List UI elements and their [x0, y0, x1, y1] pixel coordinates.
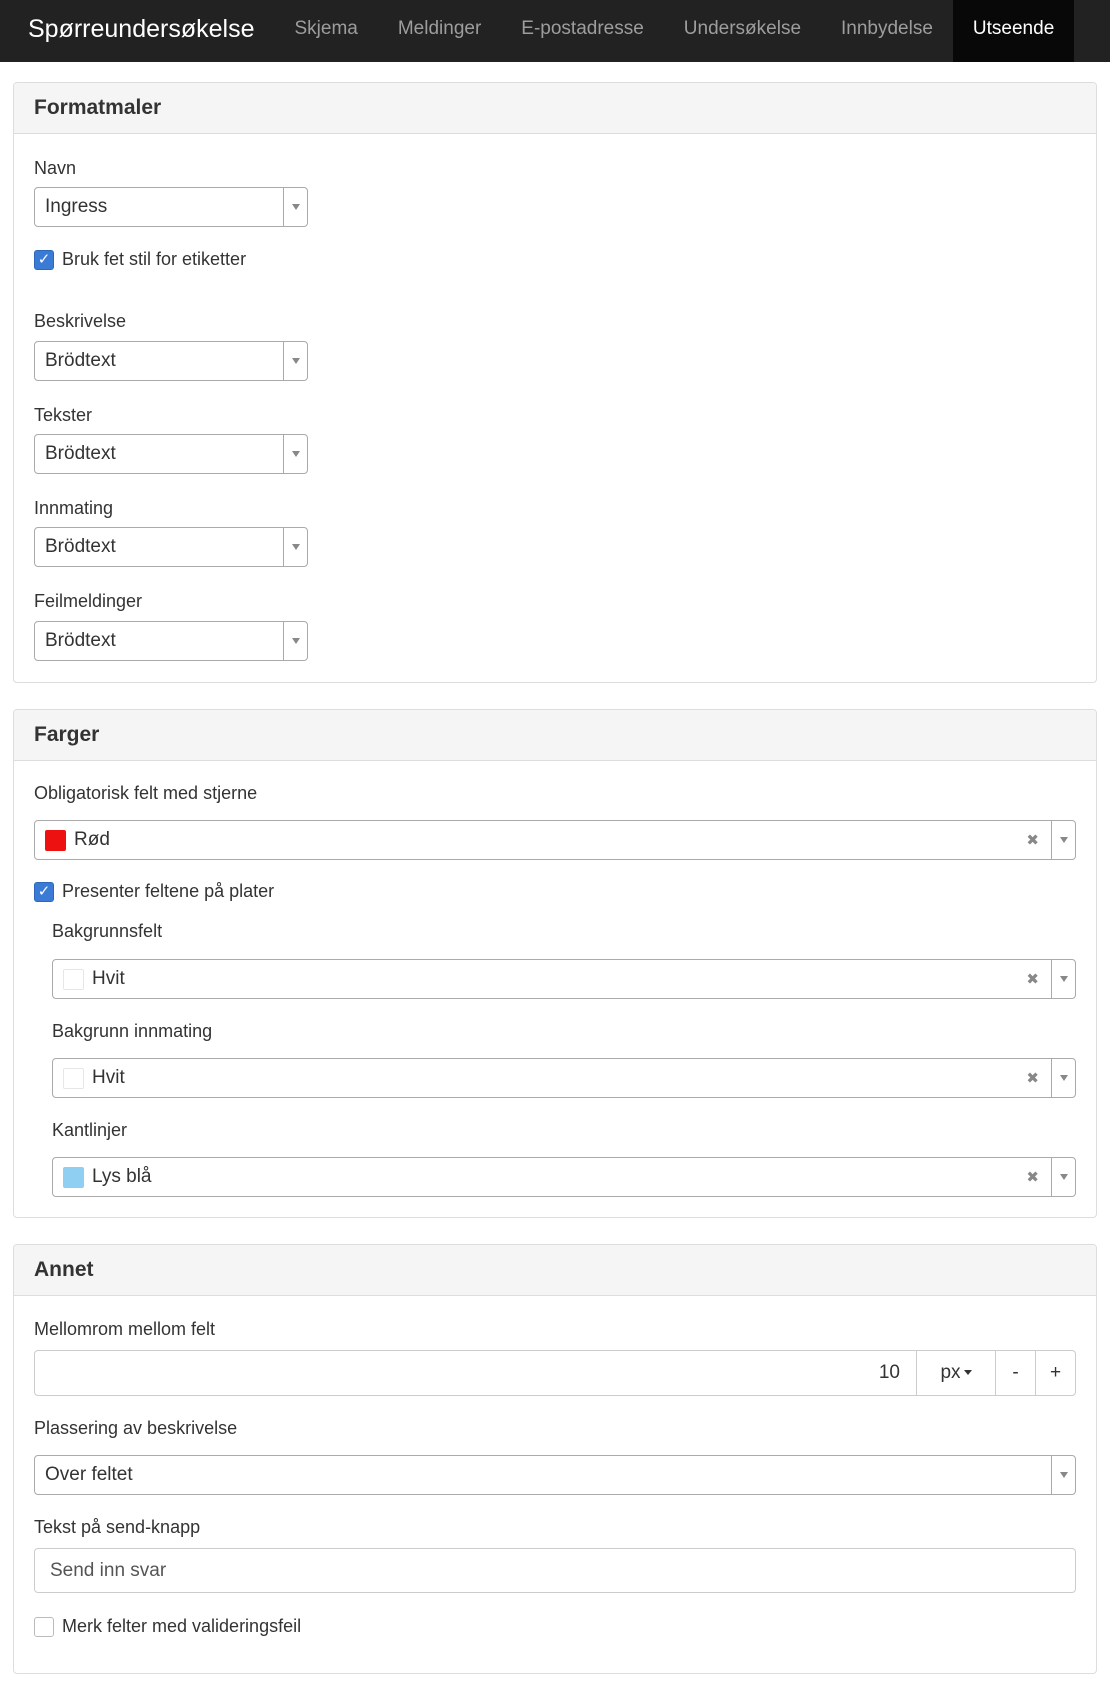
chevron-down-icon	[1059, 976, 1068, 982]
dropdown-arrow[interactable]	[1051, 821, 1075, 859]
clear-icon[interactable]: ✖	[1026, 1069, 1039, 1087]
select-value: Brödtext	[45, 536, 116, 557]
nav-innbydelse[interactable]: Innbydelse	[821, 0, 953, 62]
feilmeldinger-label: Feilmeldinger	[34, 591, 143, 611]
panel-annet: Annet Mellomrom mellom felt 10 px - + Pl…	[13, 1244, 1097, 1674]
nav-meldinger[interactable]: Meldinger	[378, 0, 501, 62]
send-label: Tekst på send-knapp	[34, 1517, 201, 1537]
dropdown-arrow[interactable]	[283, 435, 307, 473]
innmating-label: Innmating	[34, 498, 114, 518]
color-swatch-lightblue	[63, 1166, 84, 1188]
required-color-select[interactable]: Rød ✖	[34, 820, 1076, 860]
validation-checkbox[interactable]: Merk felter med valideringsfeil	[34, 1616, 301, 1637]
bg-input-select[interactable]: Hvit ✖	[52, 1058, 1076, 1098]
tekster-select[interactable]: Brödtext	[34, 434, 308, 474]
borders-label: Kantlinjer	[52, 1120, 128, 1140]
spacing-stepper: 10 px - +	[34, 1350, 1076, 1396]
navn-label: Navn	[34, 158, 77, 178]
select-value: Ingress	[45, 196, 108, 217]
feilmeldinger-select[interactable]: Brödtext	[34, 621, 308, 661]
color-swatch-white	[63, 1067, 84, 1089]
send-button-text-input[interactable]: Send inn svar	[34, 1548, 1076, 1593]
check-icon: ✓	[37, 883, 51, 900]
nav-epostadresse[interactable]: E-postadresse	[501, 0, 664, 62]
tekster-label: Tekster	[34, 405, 93, 425]
innmating-select[interactable]: Brödtext	[34, 527, 308, 567]
select-value-wrap: Lys blå	[53, 1166, 1026, 1188]
caret-down-icon	[963, 1370, 972, 1376]
clear-icon[interactable]: ✖	[1026, 831, 1039, 849]
nav-undersokelse[interactable]: Undersøkelse	[664, 0, 821, 62]
select-value: Hvit	[92, 1067, 125, 1088]
panel-title: Formatmaler	[14, 83, 1096, 134]
clear-icon[interactable]: ✖	[1026, 970, 1039, 988]
spacing-input[interactable]: 10	[35, 1351, 916, 1395]
select-value: Brödtext	[45, 630, 116, 651]
dropdown-arrow[interactable]	[1051, 1059, 1075, 1097]
select-value: Hvit	[92, 968, 125, 989]
chevron-down-icon	[1059, 1075, 1068, 1081]
dropdown-arrow[interactable]	[1051, 960, 1075, 998]
color-swatch-white	[63, 968, 84, 990]
unit-dropdown[interactable]: px	[916, 1351, 995, 1395]
navn-select[interactable]: Ingress	[34, 187, 308, 227]
top-navbar: Spørreundersøkelse Skjema Meldinger E-po…	[0, 0, 1110, 62]
clear-icon[interactable]: ✖	[1026, 1168, 1039, 1186]
chevron-down-icon	[1059, 1472, 1068, 1478]
dropdown-arrow[interactable]	[1051, 1158, 1075, 1196]
dropdown-arrow[interactable]	[283, 528, 307, 566]
checkbox-label: Merk felter med valideringsfeil	[62, 1616, 302, 1636]
select-value: Brödtext	[45, 350, 116, 371]
chevron-down-icon	[1059, 837, 1068, 843]
nav-utseende[interactable]: Utseende	[952, 0, 1075, 62]
nav-skjema[interactable]: Skjema	[274, 0, 377, 62]
panel-title: Farger	[14, 710, 1096, 761]
dropdown-arrow[interactable]	[283, 342, 307, 380]
plates-checkbox[interactable]: ✓ Presenter feltene på plater	[34, 881, 274, 902]
bg-input-label: Bakgrunn innmating	[52, 1021, 213, 1041]
bg-field-label: Bakgrunnsfelt	[52, 921, 163, 941]
placement-select[interactable]: Over feltet	[34, 1455, 1076, 1495]
required-label: Obligatorisk felt med stjerne	[34, 783, 258, 803]
panel-farger: Farger Obligatorisk felt med stjerne Rød…	[13, 709, 1097, 1218]
panel-formatmaler: Formatmaler Navn Ingress ✓ Bruk fet stil…	[13, 82, 1097, 683]
decrement-button[interactable]: -	[995, 1351, 1035, 1395]
chevron-down-icon	[291, 544, 300, 550]
check-icon: ✓	[37, 251, 51, 268]
checkbox-unchecked[interactable]	[34, 1616, 54, 1637]
checkbox-label: Presenter feltene på plater	[62, 881, 275, 901]
select-value: Rød	[74, 829, 110, 850]
beskrivelse-select[interactable]: Brödtext	[34, 341, 308, 381]
select-value: Lys blå	[92, 1166, 152, 1187]
placement-label: Plassering av beskrivelse	[34, 1418, 238, 1438]
bg-field-select[interactable]: Hvit ✖	[52, 959, 1076, 999]
chevron-down-icon	[291, 451, 300, 457]
dropdown-arrow[interactable]	[283, 622, 307, 660]
dropdown-arrow[interactable]	[283, 188, 307, 226]
brand-title[interactable]: Spørreundersøkelse	[0, 0, 274, 62]
checkbox-checked[interactable]: ✓	[34, 249, 54, 270]
increment-button[interactable]: +	[1035, 1351, 1075, 1395]
chevron-down-icon	[291, 358, 300, 364]
select-value: Brödtext	[45, 443, 116, 464]
chevron-down-icon	[291, 204, 300, 210]
panel-title: Annet	[14, 1245, 1096, 1296]
color-swatch-red	[45, 829, 66, 851]
bold-labels-checkbox[interactable]: ✓ Bruk fet stil for etiketter	[34, 249, 246, 270]
borders-select[interactable]: Lys blå ✖	[52, 1157, 1076, 1197]
select-value-wrap: Hvit	[53, 968, 1026, 990]
unit-label: px	[940, 1362, 961, 1383]
checkbox-label: Bruk fet stil for etiketter	[62, 249, 247, 269]
select-value-wrap: Hvit	[53, 1067, 1026, 1089]
beskrivelse-label: Beskrivelse	[34, 311, 127, 331]
spacing-label: Mellomrom mellom felt	[34, 1319, 216, 1339]
chevron-down-icon	[1059, 1174, 1068, 1180]
dropdown-arrow[interactable]	[1051, 1456, 1075, 1494]
select-value-wrap: Rød	[35, 829, 1026, 851]
select-value: Over feltet	[45, 1464, 133, 1485]
chevron-down-icon	[291, 638, 300, 644]
checkbox-checked[interactable]: ✓	[34, 881, 54, 902]
